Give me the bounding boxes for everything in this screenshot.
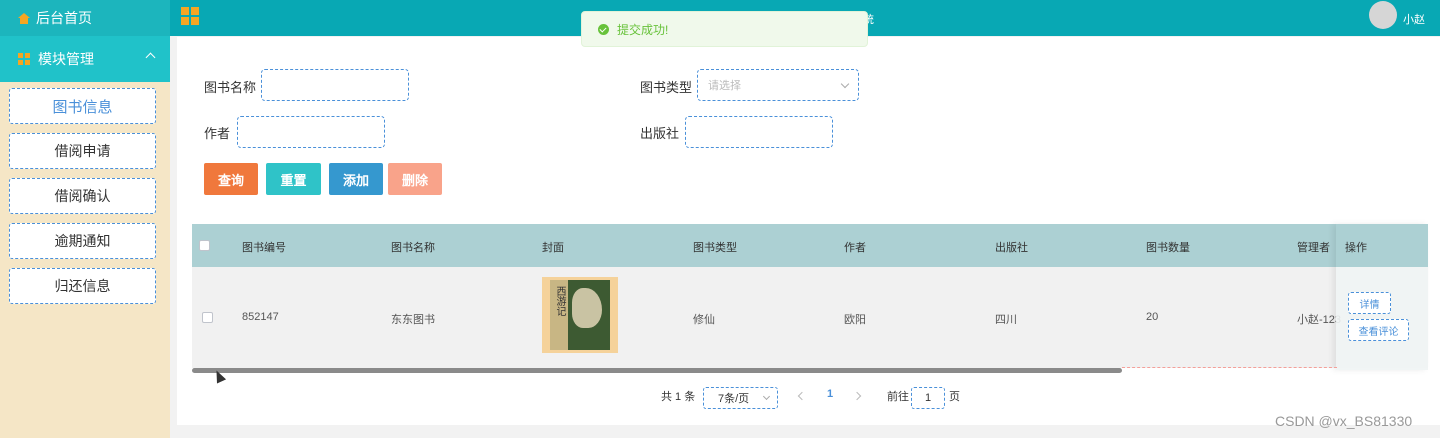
cell-book-type: 修仙 <box>693 314 715 326</box>
check-circle-icon <box>598 23 609 35</box>
sidebar-item-borrow-request[interactable]: 借阅申请 <box>9 133 156 169</box>
detail-button[interactable]: 详情 <box>1348 292 1391 314</box>
book-type-select[interactable]: 请选择 <box>697 69 859 101</box>
page-size-select[interactable]: 7条/页 <box>703 387 778 409</box>
col-publisher: 出版社 <box>995 242 1028 254</box>
operations-column: 操作 详情 查看评论 <box>1336 224 1428 370</box>
toast-message: 提交成功! <box>617 22 669 37</box>
watermark: CSDN @vx_BS81330 <box>1275 413 1413 429</box>
current-page[interactable]: 1 <box>827 388 833 400</box>
book-name-label: 图书名称 <box>204 80 257 95</box>
cell-manager: 小赵-123 <box>1297 314 1342 326</box>
table-header: 图书编号 图书名称 封面 图书类型 作者 出版社 图书数量 管理者 <box>192 224 1428 267</box>
page-size-value: 7条/页 <box>718 393 750 405</box>
chevron-down-icon <box>762 392 771 401</box>
row-divider <box>1122 367 1337 368</box>
sidebar-menu: 图书信息 借阅申请 借阅确认 逾期通知 归还信息 <box>0 82 170 304</box>
col-book-name: 图书名称 <box>391 242 435 254</box>
table-row: 852147 东东图书 西游记 修仙 欧阳 四川 20 小赵-123 <box>192 267 1428 368</box>
sidebar-module-header[interactable]: 模块管理 <box>0 36 170 82</box>
cell-author: 欧阳 <box>844 314 866 326</box>
book-type-placeholder: 请选择 <box>708 80 741 92</box>
book-table: 图书编号 图书名称 封面 图书类型 作者 出版社 图书数量 管理者 852147… <box>192 224 1428 373</box>
author-label: 作者 <box>204 126 231 141</box>
username[interactable]: 小赵 <box>1403 11 1425 27</box>
avatar[interactable] <box>1369 1 1397 29</box>
col-author: 作者 <box>844 242 866 254</box>
cell-publisher: 四川 <box>995 314 1017 326</box>
book-name-input[interactable] <box>261 69 409 101</box>
module-icon <box>18 53 30 65</box>
sidebar-home-label: 后台首页 <box>36 10 92 26</box>
cell-book-count: 20 <box>1146 311 1159 323</box>
col-book-type: 图书类型 <box>693 242 737 254</box>
menu-toggle-icon[interactable] <box>181 7 199 25</box>
delete-button[interactable]: 删除 <box>388 163 442 195</box>
author-input[interactable] <box>237 116 385 148</box>
query-button[interactable]: 查询 <box>204 163 258 195</box>
success-toast: 提交成功! <box>581 11 868 47</box>
cell-book-name: 东东图书 <box>391 314 435 326</box>
sidebar-home[interactable]: 后台首页 <box>0 0 170 36</box>
home-icon <box>18 12 30 24</box>
sidebar-item-borrow-confirm[interactable]: 借阅确认 <box>9 178 156 214</box>
view-reviews-button[interactable]: 查看评论 <box>1348 319 1409 341</box>
reset-button[interactable]: 重置 <box>266 163 321 195</box>
page-unit: 页 <box>949 391 960 403</box>
publisher-label: 出版社 <box>640 126 680 141</box>
col-cover: 封面 <box>542 242 564 254</box>
chevron-up-icon <box>145 52 156 63</box>
chevron-down-icon <box>840 79 850 89</box>
publisher-input[interactable] <box>685 116 833 148</box>
col-book-count: 图书数量 <box>1146 242 1190 254</box>
sidebar: 后台首页 模块管理 图书信息 借阅申请 借阅确认 逾期通知 归还信息 <box>0 0 170 438</box>
col-manager: 管理者 <box>1297 242 1330 254</box>
pagination-total: 共 1 条 <box>661 391 696 403</box>
add-button[interactable]: 添加 <box>329 163 383 195</box>
book-cover-image: 西游记 <box>542 277 618 353</box>
col-operations: 操作 <box>1345 242 1367 254</box>
sidebar-item-return-info[interactable]: 归还信息 <box>9 268 156 304</box>
goto-label: 前往 <box>887 391 909 403</box>
cover-title: 西游记 <box>554 286 565 316</box>
sidebar-item-book-info[interactable]: 图书信息 <box>9 88 156 124</box>
sidebar-item-overdue-notice[interactable]: 逾期通知 <box>9 223 156 259</box>
sidebar-module-label: 模块管理 <box>38 51 94 67</box>
col-book-id: 图书编号 <box>242 242 286 254</box>
book-type-label: 图书类型 <box>640 80 693 95</box>
horizontal-scrollbar[interactable] <box>192 368 1122 373</box>
row-checkbox[interactable] <box>202 312 213 323</box>
select-all-checkbox[interactable] <box>199 240 210 251</box>
cell-book-id: 852147 <box>242 311 279 323</box>
goto-page-input[interactable]: 1 <box>911 387 945 409</box>
